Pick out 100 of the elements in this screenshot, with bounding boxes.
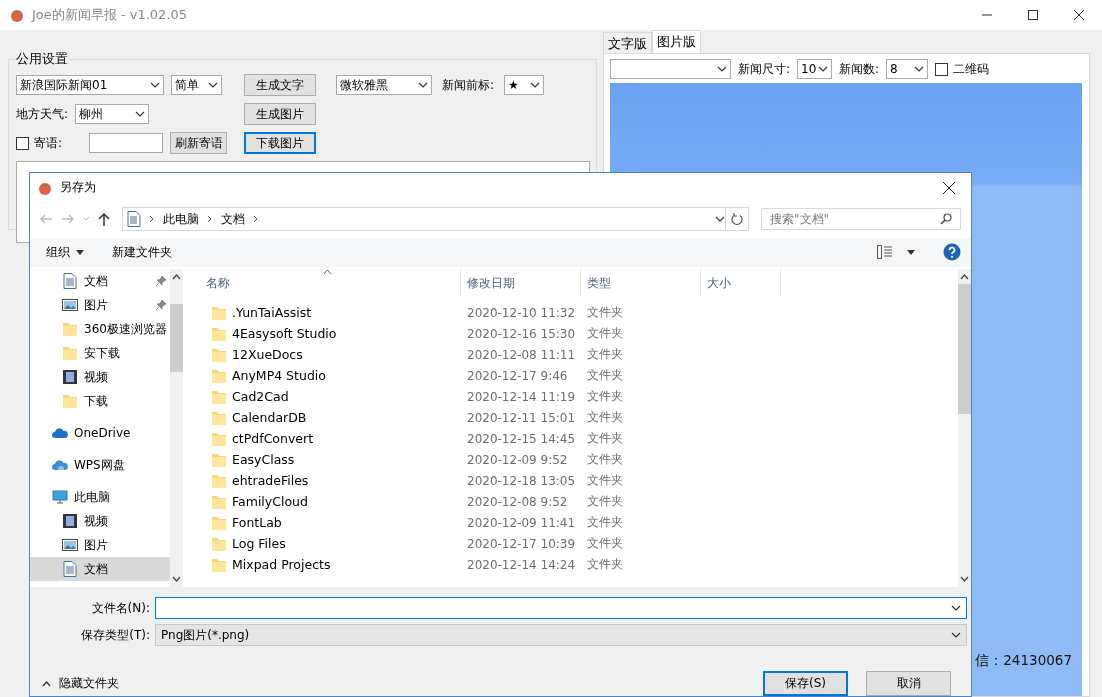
nav-item[interactable]: WPS网盘 (30, 453, 170, 477)
column-header[interactable]: 修改日期 (461, 269, 581, 297)
document-icon (62, 561, 78, 577)
folder-icon (211, 556, 227, 573)
folder-icon (211, 346, 227, 363)
cloud-icon (52, 457, 68, 473)
refresh-button[interactable] (726, 207, 749, 231)
file-type: 文件夹 (586, 493, 624, 510)
scroll-up-icon[interactable] (960, 274, 969, 280)
folder-icon (211, 325, 227, 342)
file-row[interactable]: Log Files 2020-12-17 10:39 文件夹 (191, 533, 958, 554)
nav-label: 安下载 (84, 344, 120, 362)
file-name: AnyMP4 Studio (232, 368, 326, 383)
nav-item[interactable]: 图片 (30, 293, 170, 317)
dialog-title: 另存为 (60, 179, 97, 197)
hide-folders-toggle[interactable]: 隐藏文件夹 (42, 675, 119, 692)
scrollbar[interactable] (170, 269, 183, 587)
folder-icon (211, 367, 227, 384)
nav-item[interactable]: 此电脑 (30, 485, 170, 509)
nav-item[interactable]: 下载 (30, 389, 170, 413)
scrollbar-thumb[interactable] (958, 284, 971, 414)
refresh-button[interactable]: 刷新寄语 (170, 132, 227, 154)
tab[interactable]: 图片版 (652, 30, 701, 53)
nav-item[interactable]: 文档 (30, 269, 170, 293)
search-field[interactable]: 搜索"文档" (761, 208, 961, 230)
field-label: 新闻数: (839, 60, 880, 78)
dropdown-value: 10 (801, 62, 817, 76)
file-row[interactable]: Mixpad Projects 2020-12-14 14:24 文件夹 (191, 554, 958, 575)
size-dropdown[interactable]: 10 (797, 59, 833, 79)
file-date: 2020-12-16 15:30 (466, 326, 577, 341)
nav-item[interactable]: 文档 (30, 557, 170, 581)
breadcrumb-item[interactable]: 此电脑 (163, 210, 199, 228)
file-name: Cad2Cad (232, 389, 289, 404)
tomato-icon (10, 8, 24, 22)
tab[interactable]: 文字版 (603, 32, 652, 53)
file-row[interactable]: FontLab 2020-12-09 11:41 文件夹 (191, 512, 958, 533)
nav-item[interactable]: OneDrive (30, 421, 170, 445)
column-header[interactable]: 名称 (191, 269, 461, 297)
scrollbar-thumb[interactable] (170, 304, 183, 372)
field-label: 新闻前标: (442, 76, 495, 94)
chevron-up-icon (42, 680, 51, 687)
file-row[interactable]: Cad2Cad 2020-12-14 11:19 文件夹 (191, 386, 958, 407)
scrollbar[interactable] (958, 269, 971, 587)
font-dropdown[interactable]: 微软雅黑 (336, 75, 432, 95)
group-title: 公用设置 (16, 50, 68, 68)
file-date: 2020-12-18 13:05 (466, 473, 577, 488)
file-date: 2020-12-15 14:45 (466, 431, 577, 446)
source-dropdown[interactable]: 新浪国际新闻01 (16, 75, 164, 95)
nav-item[interactable]: 图片 (30, 533, 170, 557)
address-bar[interactable]: 此电脑 文档 (122, 207, 726, 231)
nav-item[interactable]: 视频 (30, 509, 170, 533)
dropdown-value: 柳州 (79, 105, 104, 123)
file-row[interactable]: ehtradeFiles 2020-12-18 13:05 文件夹 (191, 470, 958, 491)
file-row[interactable]: EasyClass 2020-12-09 9:52 文件夹 (191, 449, 958, 470)
count-dropdown[interactable]: 8 (886, 59, 929, 79)
dialog-button[interactable]: 取消 (866, 671, 951, 696)
up-arrow-icon[interactable] (96, 211, 112, 227)
chevron-down-icon (208, 82, 218, 88)
new-folder-button[interactable]: 新建文件夹 (112, 243, 172, 261)
filename-field[interactable] (155, 597, 967, 619)
refresh-icon (731, 212, 743, 226)
file-row[interactable]: 4Easysoft Studio 2020-12-16 15:30 文件夹 (191, 323, 958, 344)
column-header[interactable]: 类型 (581, 269, 701, 297)
checkbox[interactable] (16, 136, 29, 150)
chevron-down-icon[interactable] (715, 216, 725, 222)
nav-item[interactable]: 视频 (30, 365, 170, 389)
scroll-down-icon[interactable] (172, 576, 181, 582)
view-menu[interactable] (877, 245, 915, 260)
action-button[interactable]: 生成文字 (244, 74, 316, 96)
action-button[interactable]: 生成图片 (244, 103, 316, 125)
style-dropdown[interactable]: 简单 (171, 75, 222, 95)
file-row[interactable]: .YunTaiAssist 2020-12-10 11:32 文件夹 (191, 302, 958, 323)
chevron-right-icon (149, 215, 155, 223)
message-field[interactable] (89, 133, 163, 153)
scroll-up-icon[interactable] (172, 274, 181, 280)
file-row[interactable]: ctPdfConvert 2020-12-15 14:45 文件夹 (191, 428, 958, 449)
checkbox[interactable] (935, 62, 949, 76)
search-placeholder: 搜索"文档" (770, 210, 830, 228)
organize-menu[interactable]: 组织 (46, 243, 84, 261)
cloud-icon (52, 425, 68, 441)
help-icon[interactable] (943, 243, 961, 262)
city-dropdown[interactable]: 柳州 (75, 104, 150, 124)
nav-item[interactable]: 安下载 (30, 341, 170, 365)
action-button[interactable]: 下载图片 (244, 132, 316, 154)
scroll-down-icon[interactable] (960, 576, 969, 582)
file-row[interactable]: CalendarDB 2020-12-11 15:01 文件夹 (191, 407, 958, 428)
picture-icon (62, 297, 78, 313)
file-row[interactable]: 12XueDocs 2020-12-08 11:11 文件夹 (191, 344, 958, 365)
file-row[interactable]: FamilyCloud 2020-12-08 9:52 文件夹 (191, 491, 958, 512)
nav-item[interactable]: 360极速浏览器 (30, 317, 170, 341)
dialog-button[interactable]: 保存(S) (763, 671, 848, 696)
dropdown-value: 微软雅黑 (340, 76, 388, 94)
breadcrumb-item[interactable]: 文档 (221, 210, 245, 228)
file-row[interactable]: AnyMP4 Studio 2020-12-17 9:46 文件夹 (191, 365, 958, 386)
column-header[interactable]: 大小 (701, 269, 781, 297)
prefix-dropdown[interactable]: ★ (504, 75, 545, 95)
document-icon (62, 273, 78, 289)
filetype-dropdown[interactable]: Png图片(*.png) (155, 624, 967, 646)
chevron-down-icon (418, 82, 428, 88)
chevron-down-icon (818, 66, 829, 72)
